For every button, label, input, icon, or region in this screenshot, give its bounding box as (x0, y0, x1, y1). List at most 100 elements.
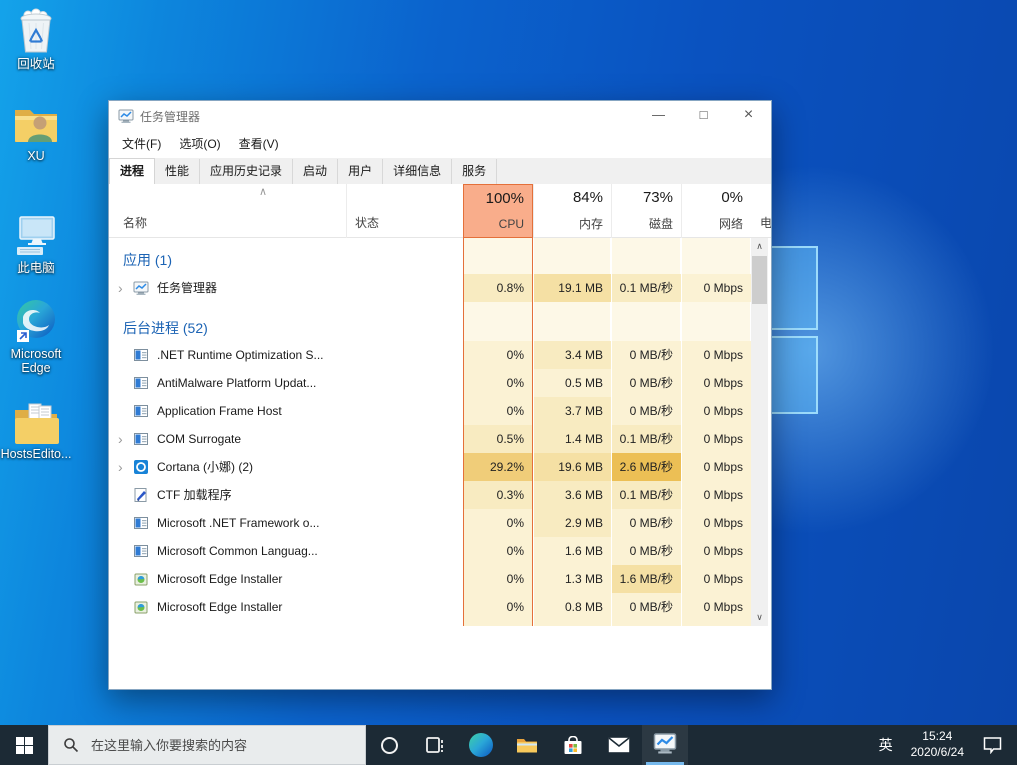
start-button[interactable] (0, 725, 48, 765)
system-tray: 英 15:24 2020/6/24 (869, 725, 1017, 765)
tab-启动[interactable]: 启动 (293, 159, 338, 184)
desktop-icon-recycle-bin[interactable]: 回收站 (0, 6, 76, 71)
column-label: CPU (499, 217, 524, 231)
process-cell-memory: 3.6 MB (534, 481, 611, 509)
maximize-button[interactable]: □ (681, 101, 726, 131)
tab-用户[interactable]: 用户 (338, 159, 383, 184)
scroll-down-icon[interactable]: ∨ (751, 609, 768, 626)
generic-app-icon (133, 543, 149, 559)
edge-taskbar-button[interactable] (458, 725, 504, 765)
desktop-icon-this-pc[interactable]: 此电脑 (0, 210, 76, 275)
tab-性能[interactable]: 性能 (155, 159, 200, 184)
taskbar-search-box[interactable] (48, 725, 366, 765)
vertical-scrollbar[interactable]: ∧ ∨ (751, 238, 768, 626)
recycle-bin-icon (0, 6, 76, 54)
row-expand-icon[interactable]: › (118, 425, 123, 453)
search-input[interactable] (89, 737, 339, 754)
action-center-button[interactable] (972, 736, 1017, 754)
menu-item[interactable]: 查看(V) (230, 131, 288, 158)
title-bar[interactable]: 任务管理器 — □ × (109, 101, 771, 131)
process-row[interactable]: .NET Runtime Optimization S...0%3.4 MB0 … (109, 341, 751, 369)
process-cell-cpu: 0.3% (464, 481, 532, 509)
process-cell-cpu: 0% (464, 509, 532, 537)
row-expand-icon[interactable]: › (118, 453, 123, 481)
column-header-name[interactable]: 名称 (123, 214, 147, 231)
desktop-icon-user-folder[interactable]: XU (0, 98, 76, 163)
process-cell-cpu: 0% (464, 565, 532, 593)
desktop-icon-hosts-folder[interactable]: HostsEdito... (0, 396, 76, 461)
taskmgr-icon (133, 280, 149, 296)
process-row[interactable]: Microsoft Edge Installer0%1.3 MB1.6 MB/秒… (109, 565, 751, 593)
cortana-button[interactable] (366, 725, 412, 765)
column-header-status[interactable]: 状态 (355, 214, 379, 231)
process-cell-disk: 0 MB/秒 (612, 369, 681, 397)
process-row[interactable]: Microsoft Common Languag...0%1.6 MB0 MB/… (109, 537, 751, 565)
task-view-button[interactable] (412, 725, 458, 765)
menu-item[interactable]: 文件(F) (113, 131, 170, 158)
this-pc-icon (0, 210, 76, 258)
language-indicator[interactable]: 英 (869, 735, 903, 755)
process-cell-memory: 1.4 MB (534, 425, 611, 453)
clock[interactable]: 15:24 2020/6/24 (903, 729, 972, 761)
row-expand-icon[interactable]: › (118, 274, 123, 302)
column-header-磁盘[interactable]: 73%磁盘 (611, 184, 681, 238)
process-group-header[interactable]: 后台进程 (52) (109, 302, 751, 341)
sort-ascending-icon[interactable]: ∧ (259, 185, 267, 198)
task-manager-icon (653, 731, 677, 760)
tab-应用历史记录[interactable]: 应用历史记录 (200, 159, 293, 184)
process-row[interactable]: AntiMalware Platform Updat...0%0.5 MB0 M… (109, 369, 751, 397)
tab-服务[interactable]: 服务 (452, 159, 497, 184)
process-name: Cortana (小娜) (2) (157, 453, 447, 481)
process-row[interactable]: Application Frame Host0%3.7 MB0 MB/秒0 Mb… (109, 397, 751, 425)
process-cell-network: 0 Mbps (682, 369, 751, 397)
process-row[interactable]: ›任务管理器0.8%19.1 MB0.1 MB/秒0 Mbps (109, 274, 751, 302)
tab-strip: 进程性能应用历史记录启动用户详细信息服务 (109, 158, 771, 184)
process-cell-cpu: 0% (464, 537, 532, 565)
menu-item[interactable]: 选项(O) (170, 131, 229, 158)
process-name: Microsoft Edge Installer (157, 565, 447, 593)
process-row[interactable]: Microsoft .NET Framework o...0%2.9 MB0 M… (109, 509, 751, 537)
column-header-网络[interactable]: 0%网络 (681, 184, 751, 238)
column-usage-percent: 84% (573, 189, 603, 206)
process-name: Microsoft Common Languag... (157, 537, 447, 565)
desktop-icon-label: 此电脑 (0, 261, 76, 275)
table-header: ∧ 名称 状态 电 100% CPU 84% 内存 73%磁盘0%网络 (109, 184, 771, 238)
minimize-button[interactable]: — (636, 101, 681, 131)
column-label: 内存 (579, 215, 603, 232)
action-center-icon (982, 736, 1003, 754)
process-name: 任务管理器 (157, 274, 447, 302)
process-name: Application Frame Host (157, 397, 447, 425)
ctf-icon (133, 487, 149, 503)
process-row[interactable]: CTF 加载程序0.3%3.6 MB0.1 MB/秒0 Mbps (109, 481, 751, 509)
column-usage-percent: 0% (721, 189, 743, 206)
cortana-icon (381, 737, 398, 754)
process-cell-network: 0 Mbps (682, 397, 751, 425)
process-row[interactable]: Microsoft Edge Installer0%0.8 MB0 MB/秒0 … (109, 593, 751, 621)
tab-进程[interactable]: 进程 (109, 158, 155, 184)
process-cell-disk: 0.1 MB/秒 (612, 481, 681, 509)
column-divider (346, 184, 347, 238)
process-row[interactable]: ›COM Surrogate0.5%1.4 MB0.1 MB/秒0 Mbps (109, 425, 751, 453)
file-explorer-button[interactable] (504, 725, 550, 765)
process-group-header[interactable]: 应用 (1) (109, 238, 751, 274)
column-usage-percent: 100% (486, 190, 524, 207)
store-button[interactable] (550, 725, 596, 765)
column-header-内存[interactable]: 84% 内存 (533, 184, 611, 238)
tab-详细信息[interactable]: 详细信息 (383, 159, 452, 184)
generic-app-icon (133, 375, 149, 391)
process-row[interactable]: ›Cortana (小娜) (2)29.2%19.6 MB2.6 MB/秒0 M… (109, 453, 751, 481)
process-cell-disk: 0 MB/秒 (612, 341, 681, 369)
close-button[interactable]: × (726, 101, 771, 131)
generic-app-icon (133, 515, 149, 531)
hosts-folder-icon (0, 396, 76, 444)
column-header-power-clipped[interactable]: 电 (760, 214, 771, 231)
process-cell-disk: 0 MB/秒 (612, 537, 681, 565)
desktop-icon-edge[interactable]: Microsoft Edge (0, 296, 76, 376)
task-manager-taskbar-button[interactable] (642, 725, 688, 765)
process-name: Microsoft Edge Installer (157, 593, 447, 621)
file-explorer-icon (516, 737, 538, 754)
column-header-CPU[interactable]: 100% CPU (463, 184, 533, 238)
scroll-up-icon[interactable]: ∧ (751, 238, 768, 255)
mail-button[interactable] (596, 725, 642, 765)
vertical-scrollbar-thumb[interactable] (752, 256, 767, 304)
